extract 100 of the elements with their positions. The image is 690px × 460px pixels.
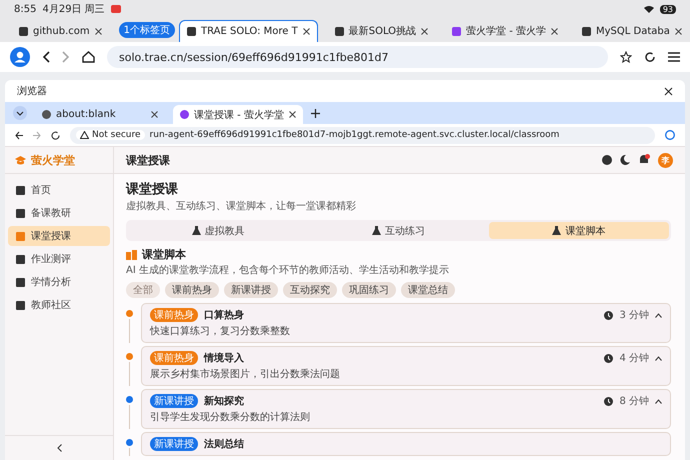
- dropdown-icon[interactable]: [13, 106, 27, 120]
- content-tab[interactable]: 虚拟教具: [128, 222, 308, 239]
- step-title: 口算热身: [204, 308, 244, 322]
- panel-title: 浏览器: [17, 84, 47, 98]
- star-icon[interactable]: [620, 51, 632, 63]
- nav-icon: [16, 300, 25, 310]
- step-tag: 新课讲授: [150, 437, 198, 451]
- filter-chip[interactable]: 新课讲授: [224, 282, 278, 298]
- moon-icon[interactable]: [620, 155, 630, 165]
- step-card[interactable]: 新课讲授 新知探究 8 分钟 引导学生发现分数乘分数的计算法则: [141, 389, 671, 429]
- app-brand: 萤火学堂: [31, 152, 75, 168]
- step-description: 展示乡村集市场景图片，引出分数乘法问题: [150, 368, 341, 381]
- browser-tab[interactable]: about:blank: [35, 105, 165, 124]
- tab-group-badge[interactable]: 1个标签页: [118, 22, 175, 38]
- nav-icon: [16, 232, 25, 240]
- tab-icon: [192, 226, 201, 235]
- page-title: 课堂授课: [126, 181, 179, 198]
- nav-icon: [16, 254, 25, 264]
- back-icon[interactable]: [15, 130, 23, 140]
- battery-level: 93: [660, 4, 676, 14]
- close-tab-icon[interactable]: [674, 28, 682, 34]
- filter-chip[interactable]: 课堂总结: [401, 282, 455, 298]
- step-duration: 8 分钟: [619, 394, 649, 408]
- browser-tab[interactable]: MySQL Databa: [575, 20, 689, 42]
- page-subtitle: 虚拟教具、互动练习、课堂脚本，让每一堂课都精彩: [126, 200, 357, 213]
- site-icon: [334, 26, 344, 36]
- header-title: 课堂授课: [126, 152, 170, 168]
- step-title: 新知探究: [204, 394, 244, 408]
- chevron-up-icon[interactable]: [655, 356, 662, 360]
- clock-icon: [604, 396, 614, 406]
- step-duration: 4 分钟: [619, 352, 649, 365]
- tab-icon: [552, 226, 562, 235]
- step-description: 快速口算练习，复习分数乘整数: [150, 324, 291, 338]
- sidebar-item[interactable]: 课堂授课: [8, 226, 110, 246]
- sidebar-item[interactable]: 作业测评: [8, 249, 110, 269]
- address-field[interactable]: solo.trae.cn/session/69eff696d91991c1fbe801d7: [107, 46, 608, 68]
- sidebar-item[interactable]: 首页: [8, 180, 110, 200]
- filter-chip[interactable]: 巩固练习: [342, 282, 396, 298]
- step-tag: 课前热身: [150, 351, 198, 365]
- browser-tab[interactable]: 最新SOLO挑战: [328, 20, 436, 42]
- reload-icon[interactable]: [51, 130, 60, 140]
- profile-icon[interactable]: [10, 47, 30, 67]
- content-tab[interactable]: 互动练习: [308, 222, 489, 239]
- nav-icon: [16, 208, 25, 218]
- step-card[interactable]: 课前热身 口算热身 3 分钟 快速口算练习，复习分数乘整数: [141, 303, 671, 343]
- nav-icon: [16, 278, 25, 286]
- step-card[interactable]: 课前热身 情境导入 4 分钟 展示乡村集市场景图片，引出分数乘法问题: [141, 346, 671, 386]
- filter-chip[interactable]: 互动探究: [283, 282, 337, 298]
- url-text: run-agent-69eff696d91991c1fbe801d7-mojb1ggt.remote-agent.svc.cluster.local/classroom: [150, 130, 560, 140]
- step-card[interactable]: 新课讲授 法则总结: [141, 432, 671, 456]
- site-icon: [186, 27, 196, 36]
- security-badge[interactable]: Not secure: [76, 130, 145, 140]
- step-description: 引导学生发现分数乘分数的计算法则: [150, 410, 311, 424]
- browser-tab[interactable]: 课堂授课 - 萤火学堂: [173, 105, 303, 124]
- close-tab-icon[interactable]: [151, 111, 158, 118]
- book-icon: [126, 250, 137, 260]
- browser-tab[interactable]: TRAE SOLO: More T: [178, 20, 318, 42]
- graduation-cap-icon: [15, 156, 26, 164]
- status-date: 4月29日 周三: [42, 3, 105, 16]
- browser-tab[interactable]: github.com: [12, 20, 109, 42]
- home-icon[interactable]: [82, 51, 95, 63]
- sidebar-item[interactable]: 备课教研: [8, 203, 110, 223]
- new-tab-icon[interactable]: [311, 108, 320, 118]
- address-field[interactable]: Not secure run-agent-69eff696d91991c1fbe801d7-mojb1ggt.remote-agent.svc.cluster.local/classroom: [70, 126, 655, 144]
- nav-icon: [16, 186, 25, 194]
- sidebar-item[interactable]: 教师社区: [8, 295, 110, 315]
- collapse-icon[interactable]: [664, 86, 673, 96]
- step-title: 法则总结: [204, 438, 244, 451]
- content-tab[interactable]: 课堂脚本: [488, 222, 669, 239]
- step-tag: 新课讲授: [150, 394, 198, 408]
- close-tab-icon[interactable]: [302, 28, 310, 35]
- section-description: AI 生成的课堂教学流程，包含每个环节的教师活动、学生活动和教学提示: [126, 264, 450, 277]
- reload-icon[interactable]: [644, 51, 656, 63]
- sidebar-item[interactable]: 学情分析: [8, 272, 110, 292]
- step-duration: 3 分钟: [619, 308, 649, 322]
- clock-icon: [604, 354, 614, 362]
- tab-icon: [372, 226, 381, 235]
- site-icon: [19, 26, 28, 36]
- step-tag: 课前热身: [150, 308, 198, 322]
- chevron-up-icon[interactable]: [655, 312, 662, 318]
- section-title: 课堂脚本: [142, 247, 186, 262]
- close-tab-icon[interactable]: [289, 111, 296, 118]
- close-tab-icon[interactable]: [551, 28, 558, 34]
- step-title: 情境导入: [204, 351, 244, 365]
- wifi-icon: [644, 5, 654, 13]
- collapse-sidebar-icon[interactable]: [56, 444, 62, 452]
- record-icon: [110, 5, 121, 13]
- bell-icon[interactable]: [638, 154, 650, 166]
- browser-tab[interactable]: 萤火学堂 - 萤火学: [445, 20, 566, 42]
- status-time: 8:55: [14, 4, 36, 14]
- close-tab-icon[interactable]: [421, 28, 428, 34]
- filter-chip[interactable]: 课前热身: [165, 282, 219, 298]
- close-tab-icon[interactable]: [94, 28, 102, 34]
- back-icon[interactable]: [42, 51, 50, 63]
- menu-icon[interactable]: [668, 52, 680, 62]
- account-icon[interactable]: [665, 130, 675, 140]
- site-icon: [452, 26, 462, 36]
- chevron-up-icon[interactable]: [655, 398, 662, 404]
- clock-icon: [604, 310, 614, 320]
- warning-icon: [80, 131, 89, 139]
